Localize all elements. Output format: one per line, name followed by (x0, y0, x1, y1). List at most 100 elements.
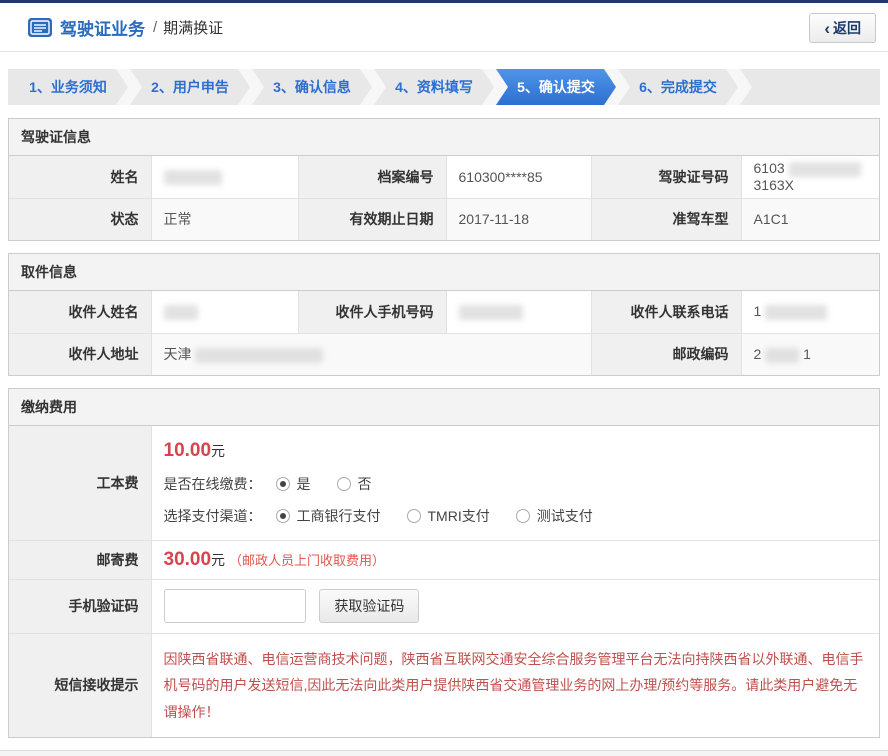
contact-phone-value: 1 (741, 291, 879, 333)
footer-action-bar: 上一步 完成 (0, 750, 888, 756)
online-pay-question: 是否在线缴费： (164, 474, 262, 494)
radio-channel-icbc-label: 工商银行支付 (297, 506, 381, 526)
currency-unit: 元 (211, 443, 225, 459)
table-row: 状态 正常 有效期止日期 2017-11-18 准驾车型 A1C1 (9, 198, 879, 240)
expiry-value: 2017-11-18 (446, 198, 591, 240)
pickup-info-table: 收件人姓名 收件人手机号码 收件人联系电话 1 收件人地址 天津 邮政编码 2 … (9, 291, 879, 375)
postage-note: （邮政人员上门收取费用） (229, 553, 385, 568)
license-info-table: 姓名 档案编号 610300****85 驾驶证号码 6103 3163X 状态… (9, 156, 879, 240)
mobile-label: 收件人手机号码 (298, 291, 446, 333)
radio-online-yes-label: 是 (297, 474, 311, 494)
radio-selected-icon (276, 477, 290, 491)
radio-online-no[interactable]: 否 (337, 474, 372, 494)
radio-channel-icbc[interactable]: 工商银行支付 (276, 506, 381, 526)
step-4-fill-data[interactable]: 4、资料填写 (374, 69, 494, 105)
sms-notice-cell: 因陕西省联通、电信运营商技术问题，陕西省互联网交通安全综合服务管理平台无法向持陕… (151, 633, 879, 737)
step-5-confirm-submit[interactable]: 5、确认提交 (496, 69, 616, 105)
license-no-prefix: 6103 (754, 160, 785, 176)
status-value: 正常 (151, 198, 298, 240)
contact-prefix: 1 (754, 303, 762, 319)
captcha-label: 手机验证码 (9, 579, 151, 633)
sms-notice-text: 因陕西省联通、电信运营商技术问题，陕西省互联网交通安全综合服务管理平台无法向持陕… (164, 642, 868, 730)
pickup-info-section: 取件信息 收件人姓名 收件人手机号码 收件人联系电话 1 收件人地址 天津 邮政… (8, 253, 880, 376)
step-2-user-declaration[interactable]: 2、用户申告 (130, 69, 250, 105)
redacted-contact-phone (765, 305, 827, 320)
license-info-section: 驾驶证信息 姓名 档案编号 610300****85 驾驶证号码 6103 31… (8, 118, 880, 241)
radio-unselected-icon (516, 509, 530, 523)
work-fee-cell: 10.00元 是否在线缴费： 是 否 选择支付渠道： (151, 426, 879, 540)
step-6-complete-submit[interactable]: 6、完成提交 (618, 69, 738, 105)
vehicle-type-value: A1C1 (741, 198, 879, 240)
radio-unselected-icon (337, 477, 351, 491)
redacted-address (195, 348, 323, 363)
radio-channel-tmri-label: TMRI支付 (428, 506, 490, 526)
pickup-section-title: 取件信息 (9, 254, 879, 291)
postal-code-label: 邮政编码 (591, 333, 741, 375)
payment-section: 缴纳费用 工本费 10.00元 是否在线缴费： 是 否 (8, 388, 880, 738)
work-fee-amount-line: 10.00元 (164, 440, 868, 462)
license-no-label: 驾驶证号码 (591, 156, 741, 198)
breadcrumb-current: 期满换证 (163, 17, 223, 38)
back-button-label: 返回 (833, 18, 861, 38)
radio-selected-icon (276, 509, 290, 523)
work-fee-label: 工本费 (9, 426, 151, 540)
currency-unit: 元 (211, 552, 225, 568)
radio-online-yes[interactable]: 是 (276, 474, 311, 494)
step-3-confirm-info[interactable]: 3、确认信息 (252, 69, 372, 105)
step-1-business-notice[interactable]: 1、业务须知 (8, 69, 128, 105)
radio-online-no-label: 否 (358, 474, 372, 494)
breadcrumb-divider: / (153, 19, 157, 36)
table-row: 姓名 档案编号 610300****85 驾驶证号码 6103 3163X (9, 156, 879, 198)
get-captcha-button[interactable]: 获取验证码 (319, 589, 419, 623)
captcha-input[interactable] (164, 589, 306, 623)
table-row: 收件人姓名 收件人手机号码 收件人联系电话 1 (9, 291, 879, 333)
radio-channel-test[interactable]: 测试支付 (516, 506, 593, 526)
postal-suffix: 1 (803, 346, 811, 362)
work-fee-amount: 10.00 (164, 440, 212, 461)
postage-amount: 30.00 (164, 549, 212, 570)
postal-prefix: 2 (754, 346, 762, 362)
vehicle-type-label: 准驾车型 (591, 198, 741, 240)
recipient-name-label: 收件人姓名 (9, 291, 151, 333)
postage-cell: 30.00元 （邮政人员上门收取费用） (151, 540, 879, 579)
license-section-title: 驾驶证信息 (9, 119, 879, 156)
recipient-name-value (151, 291, 298, 333)
postal-code-value: 2 1 (741, 333, 879, 375)
table-row: 邮寄费 30.00元 （邮政人员上门收取费用） (9, 540, 879, 579)
redacted-name (164, 170, 222, 185)
pay-channel-row: 选择支付渠道： 工商银行支付 TMRI支付 测试支付 (164, 506, 868, 526)
sms-notice-label: 短信接收提示 (9, 633, 151, 737)
expiry-label: 有效期止日期 (298, 198, 446, 240)
file-no-label: 档案编号 (298, 156, 446, 198)
postage-label: 邮寄费 (9, 540, 151, 579)
license-form-icon (28, 18, 52, 37)
name-label: 姓名 (9, 156, 151, 198)
status-label: 状态 (9, 198, 151, 240)
redacted-postal (765, 348, 799, 363)
back-button[interactable]: ‹ 返回 (809, 13, 876, 43)
back-chevron-icon: ‹ (824, 20, 830, 37)
page-title: 驾驶证业务 (60, 15, 145, 40)
payment-table: 工本费 10.00元 是否在线缴费： 是 否 选 (9, 426, 879, 737)
radio-channel-tmri[interactable]: TMRI支付 (407, 506, 490, 526)
name-value (151, 156, 298, 198)
address-value: 天津 (151, 333, 591, 375)
pay-channel-question: 选择支付渠道： (164, 506, 262, 526)
step-bar-filler (740, 69, 880, 105)
radio-channel-test-label: 测试支付 (537, 506, 593, 526)
table-row: 短信接收提示 因陕西省联通、电信运营商技术问题，陕西省互联网交通安全综合服务管理… (9, 633, 879, 737)
payment-section-title: 缴纳费用 (9, 389, 879, 426)
redacted-recipient-name (164, 305, 198, 320)
license-no-suffix: 3163X (754, 177, 794, 193)
address-prefix: 天津 (164, 346, 192, 362)
contact-phone-label: 收件人联系电话 (591, 291, 741, 333)
table-row: 手机验证码 获取验证码 (9, 579, 879, 633)
table-row: 工本费 10.00元 是否在线缴费： 是 否 选 (9, 426, 879, 540)
license-no-value: 6103 3163X (741, 156, 879, 198)
mobile-value (446, 291, 591, 333)
page-header: 驾驶证业务 / 期满换证 ‹ 返回 (0, 3, 888, 52)
radio-unselected-icon (407, 509, 421, 523)
table-row: 收件人地址 天津 邮政编码 2 1 (9, 333, 879, 375)
redacted-mobile (459, 305, 523, 320)
file-no-value: 610300****85 (446, 156, 591, 198)
